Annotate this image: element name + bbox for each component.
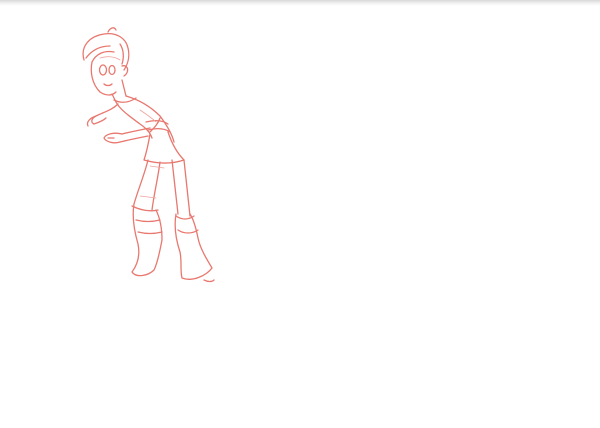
ground-mark [203, 279, 215, 283]
face-outline [90, 61, 117, 96]
left-eye [98, 64, 108, 76]
back-boot [131, 203, 163, 277]
mouth [103, 83, 113, 87]
paper-sheet [0, 0, 600, 428]
hair-tuft [107, 27, 117, 33]
neck [111, 79, 127, 103]
right-eye [108, 64, 116, 76]
character-sketch [82, 27, 215, 283]
back-boot-cuff [131, 205, 163, 235]
back-leg [133, 159, 161, 211]
front-boot [174, 213, 213, 280]
tunic-skirt [143, 131, 185, 164]
front-leg [171, 159, 191, 217]
front-arm-lower [119, 127, 151, 143]
back-hand [86, 115, 107, 127]
hair-strands [85, 43, 124, 65]
torso-front [115, 101, 153, 139]
front-hand [103, 132, 123, 144]
ear [121, 65, 129, 77]
back-arm [91, 103, 119, 125]
